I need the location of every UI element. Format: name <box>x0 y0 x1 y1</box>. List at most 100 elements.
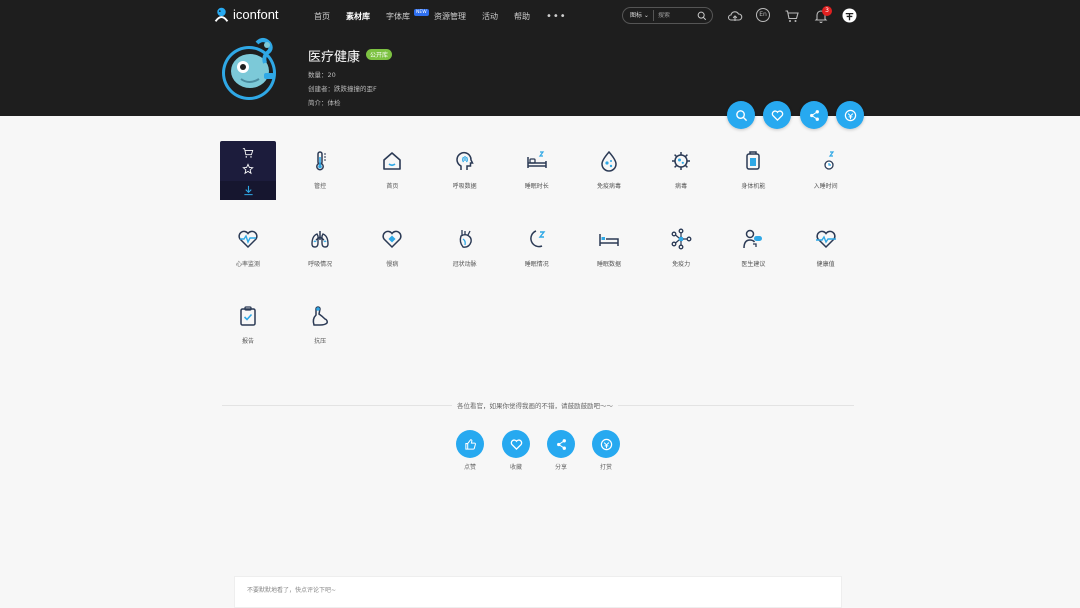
icon-item[interactable]: 睡眠数据 <box>581 219 637 279</box>
icon-item[interactable]: 免疫病毒 <box>581 141 637 201</box>
heart-icon <box>771 109 783 121</box>
heart-pulse-icon <box>238 230 258 248</box>
icon-label: 免疫病毒 <box>596 183 621 190</box>
top-navbar: iconfont 首页 素材库 字体库 NEW 资源管理 活动 帮助 ••• 图标… <box>0 0 1080 32</box>
search-type-select[interactable]: 图标 ⌄ <box>623 10 654 21</box>
search-icon <box>735 109 747 121</box>
nav-home[interactable]: 首页 <box>314 11 330 22</box>
public-badge: 公开库 <box>366 49 393 60</box>
icon-label: 医生建议 <box>741 260 766 268</box>
nav-fonts[interactable]: 字体库 NEW <box>386 8 429 22</box>
head-lungs-icon <box>455 151 474 170</box>
thumbs-up-icon <box>464 438 476 450</box>
search-icon[interactable] <box>697 11 707 21</box>
icon-item[interactable]: 病毒 <box>653 141 709 201</box>
comment-box[interactable]: 不要默默地看了，快点评论下吧~ <box>234 576 842 608</box>
new-badge: NEW <box>414 8 429 16</box>
library-creator: 创建者：跌跌撞撞的歪F <box>308 85 377 93</box>
virus-icon <box>672 152 691 170</box>
icon-item[interactable]: 医生建议 <box>725 219 781 279</box>
thermometer-icon <box>316 151 327 171</box>
clipboard-check-icon <box>240 306 256 326</box>
iconfont-logo-icon <box>214 7 229 22</box>
hover-actions <box>220 141 276 181</box>
icon-item[interactable]: 报告 <box>220 296 276 356</box>
icon-item[interactable]: 管控 <box>292 141 348 201</box>
icon-label: 呼吸数据 <box>452 183 477 190</box>
iconfont-logo[interactable]: iconfont <box>213 6 279 23</box>
icon-label: 首页 <box>386 183 399 190</box>
icon-item[interactable]: 呼吸数据 <box>437 141 493 201</box>
icon-item[interactable]: 心率监测 <box>220 219 276 279</box>
heart-icon <box>510 438 522 450</box>
favorite-library-button[interactable] <box>763 101 791 129</box>
nav-help[interactable]: 帮助 <box>514 11 530 22</box>
nav-materials[interactable]: 素材库 <box>346 11 370 22</box>
collect-action[interactable]: 收藏 <box>502 430 530 471</box>
icon-item[interactable]: 入睡时间 <box>798 141 854 201</box>
language-en-icon[interactable]: En <box>756 8 770 22</box>
library-title: 医疗健康 <box>308 50 361 65</box>
icon-item[interactable]: 慢病 <box>364 219 420 279</box>
icon-label: 管控 <box>314 183 327 190</box>
home-icon <box>383 152 402 170</box>
main-nav: 首页 素材库 字体库 NEW 资源管理 活动 帮助 ••• <box>314 0 567 32</box>
icon-label: 健康值 <box>816 260 835 268</box>
moon-clock-icon <box>817 151 834 170</box>
icon-item[interactable]: 睡眠时长 <box>509 141 565 201</box>
nav-resources[interactable]: 资源管理 <box>434 11 466 22</box>
muscle-arm-icon <box>312 306 329 326</box>
like-action[interactable]: 点赞 <box>456 430 484 471</box>
icon-item[interactable]: 健康值 <box>798 219 854 279</box>
icon-hover-card[interactable] <box>220 141 276 200</box>
nav-activities[interactable]: 活动 <box>482 11 498 22</box>
icon-label: 睡眠数据 <box>596 260 621 268</box>
icon-item[interactable]: 冠状动脉 <box>437 219 493 279</box>
reward-action[interactable]: 打赏 <box>592 430 620 471</box>
reward-library-button[interactable] <box>836 101 864 129</box>
share-action[interactable]: 分享 <box>547 430 575 471</box>
icon-label: 冠状动脉 <box>452 260 477 268</box>
icon-item[interactable]: 免疫力 <box>653 219 709 279</box>
icon-item[interactable]: 睡眠情况 <box>509 219 565 279</box>
cart-icon[interactable] <box>784 8 800 24</box>
comment-placeholder: 不要默默地看了，快点评论下吧~ <box>247 587 337 594</box>
share-label: 分享 <box>554 464 567 471</box>
moon-z-icon <box>529 229 546 247</box>
collect-label: 收藏 <box>509 464 522 471</box>
library-count: 数量：20 <box>308 71 336 79</box>
share-library-button[interactable] <box>800 101 828 129</box>
icon-item[interactable]: 身体机能 <box>725 141 781 201</box>
brand-name: iconfont <box>233 7 279 22</box>
icon-label: 免疫力 <box>672 260 691 268</box>
heart-artery-icon <box>459 229 472 248</box>
reward-label: 打赏 <box>599 464 612 471</box>
icon-label: 慢病 <box>386 260 399 268</box>
search-input[interactable] <box>657 12 698 19</box>
library-intro: 简介：体检 <box>308 99 341 107</box>
hospital-bed-icon <box>599 233 619 246</box>
add-to-cart-icon[interactable] <box>242 147 254 159</box>
bed-icon <box>527 151 547 168</box>
icon-label: 入睡时间 <box>813 183 838 190</box>
heart-wave-icon <box>815 230 836 248</box>
icon-item[interactable]: 抗压 <box>292 296 348 356</box>
cloud-upload-icon[interactable] <box>727 8 743 24</box>
icon-item[interactable]: 呼吸情况 <box>292 219 348 279</box>
more-menu-icon[interactable]: ••• <box>546 11 567 22</box>
icon-label: 病毒 <box>675 183 688 190</box>
icon-label: 呼吸情况 <box>308 260 333 268</box>
encourage-text: 各位看官，如果你觉得我画的不错，请鼓励鼓励吧～～ <box>452 400 618 410</box>
like-label: 点赞 <box>463 464 476 471</box>
library-avatar <box>222 38 276 100</box>
collect-star-icon[interactable] <box>242 163 254 175</box>
user-avatar-icon[interactable] <box>842 8 857 23</box>
heart-bandage-icon <box>382 230 402 248</box>
body-function-icon <box>746 151 761 170</box>
download-bar[interactable] <box>220 181 276 200</box>
icon-item[interactable]: 首页 <box>364 141 420 201</box>
icon-label: 报告 <box>241 338 254 345</box>
search-library-button[interactable] <box>727 101 755 129</box>
molecule-icon <box>671 228 692 249</box>
icon-label: 睡眠时长 <box>524 183 549 190</box>
